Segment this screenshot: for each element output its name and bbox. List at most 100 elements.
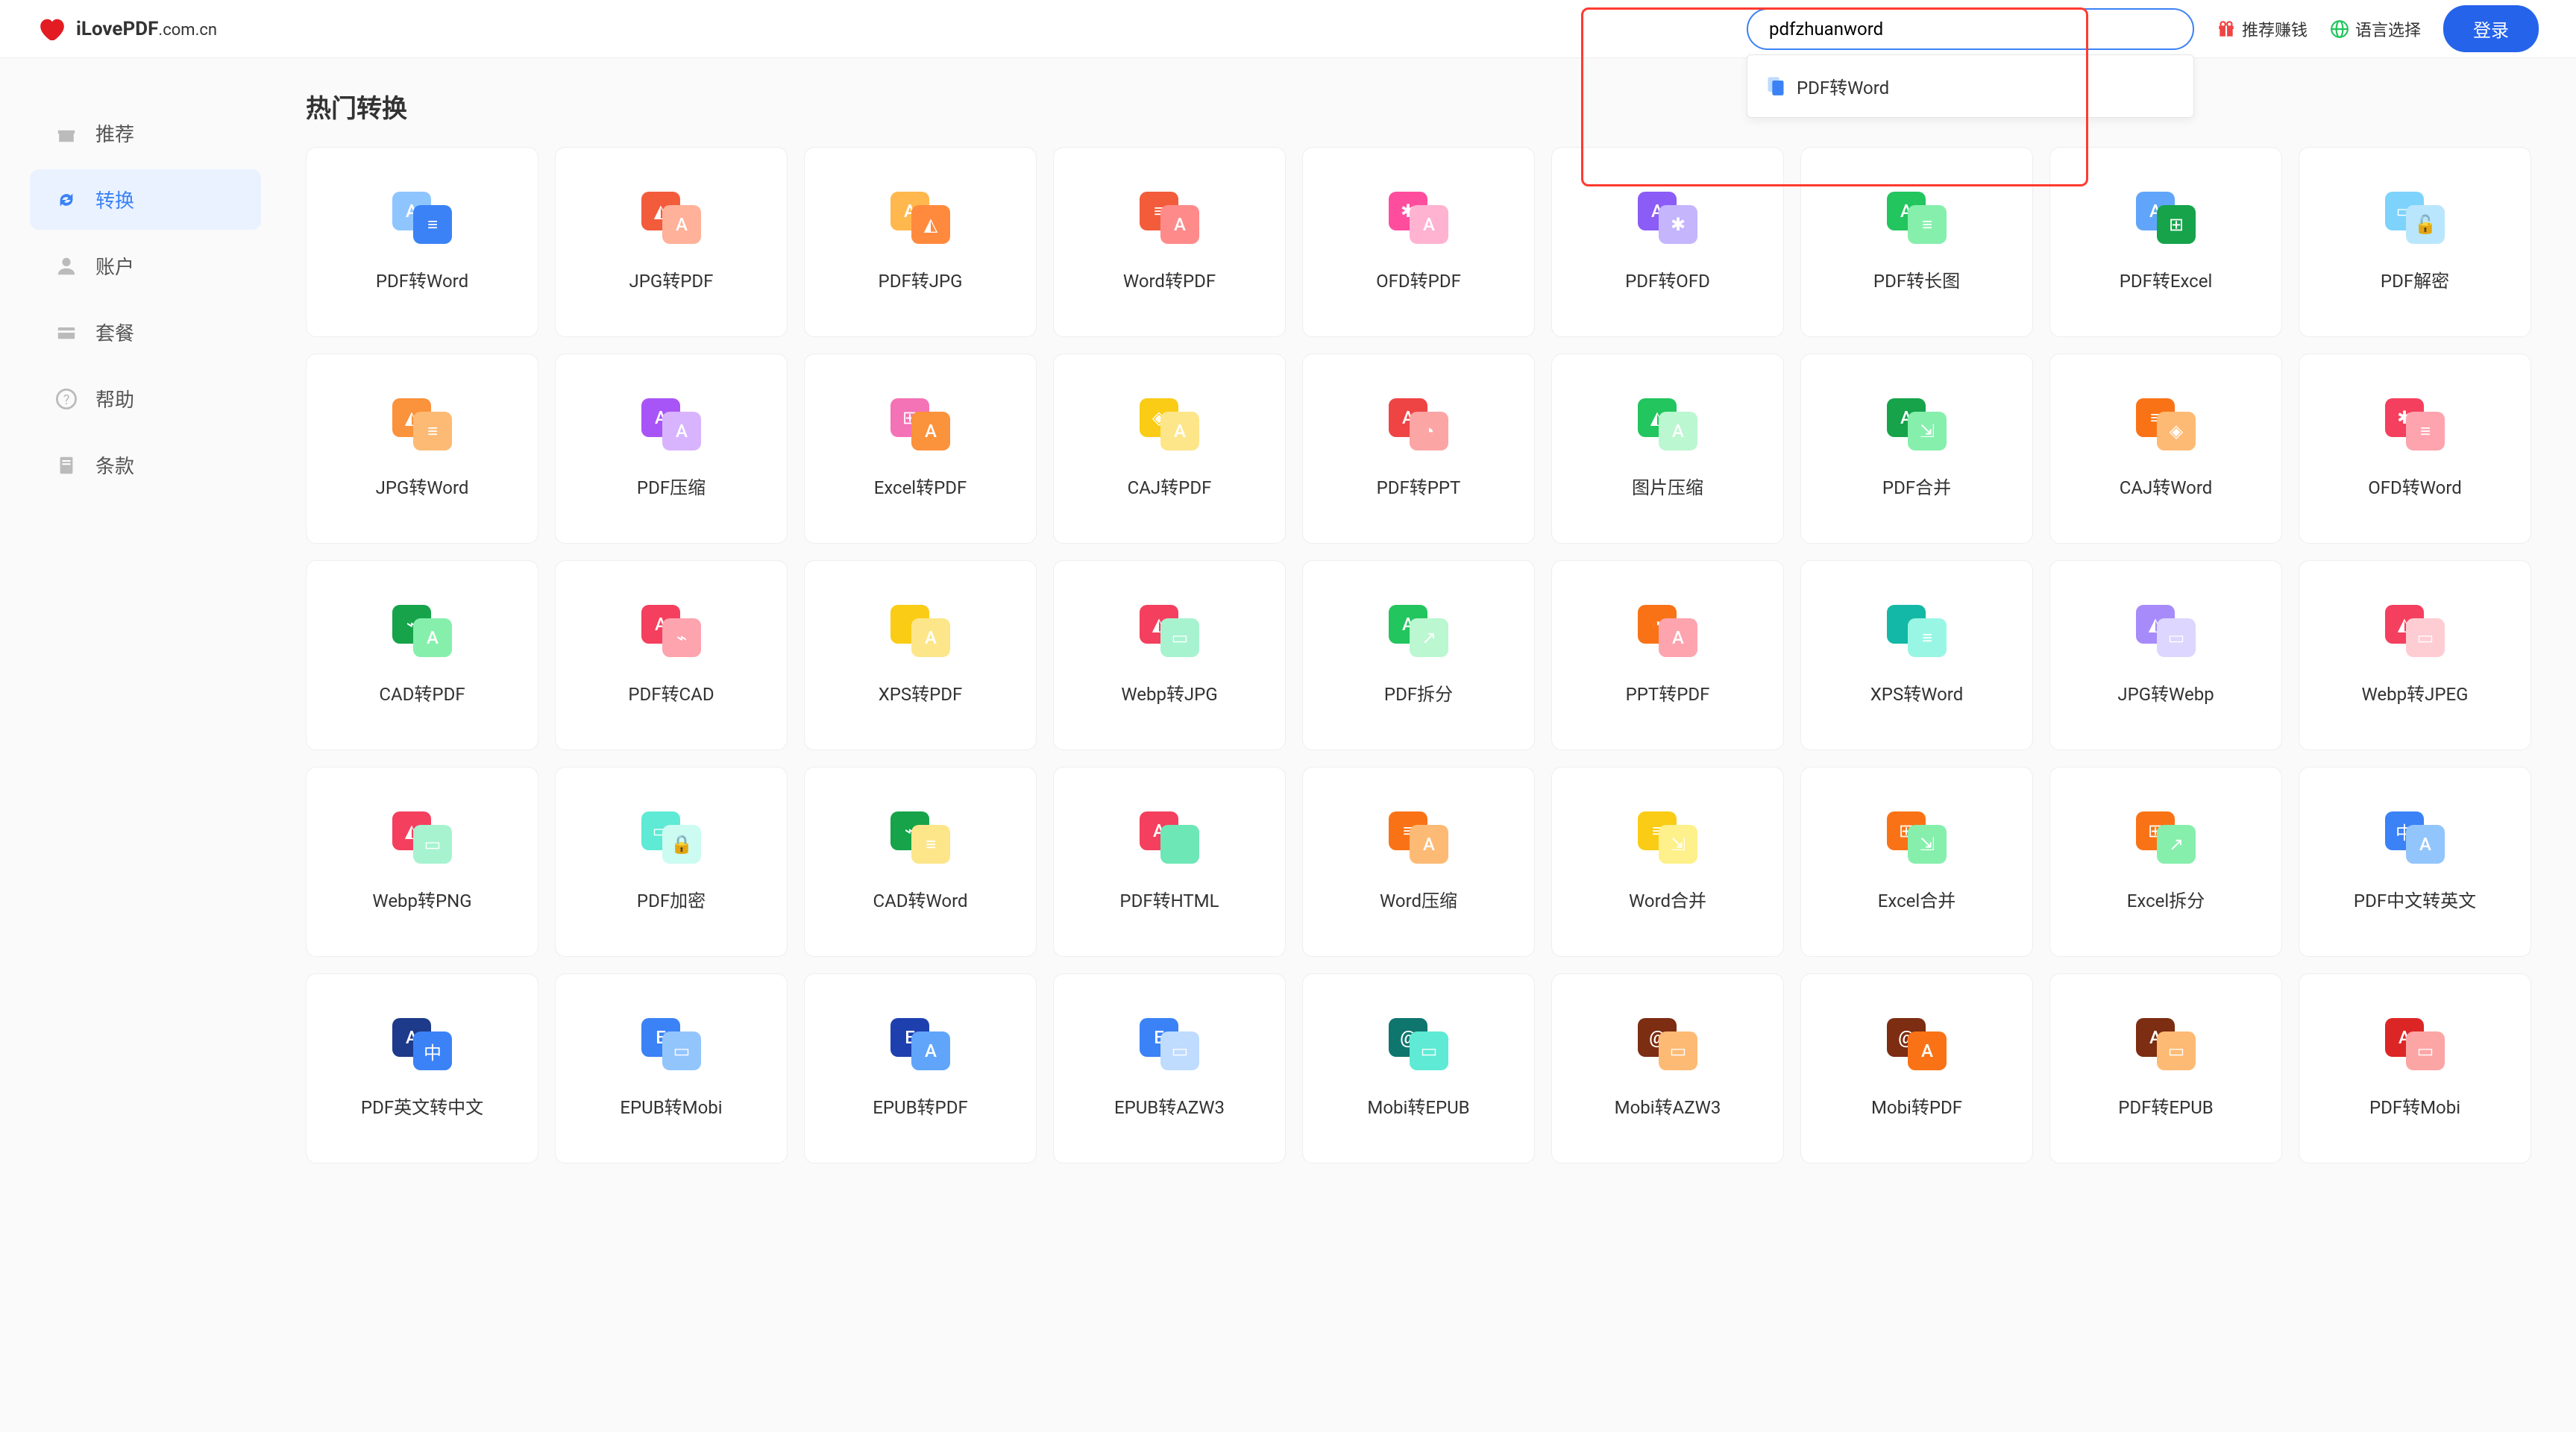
tool-card[interactable]: ≡XPS转Word	[1800, 560, 2033, 750]
tool-icon: ⊞⇲	[1887, 811, 1947, 864]
user-icon	[55, 255, 78, 277]
sidebar-item-gift[interactable]: 推荐	[30, 103, 261, 163]
tool-icon: ≡⇲	[1638, 811, 1697, 864]
sidebar-item-refresh[interactable]: 转换	[30, 169, 261, 230]
tool-label: Webp转PNG	[372, 886, 471, 912]
tool-card[interactable]: A⊞PDF转Excel	[2049, 147, 2282, 337]
tool-icon: A中	[392, 1018, 452, 1070]
tool-card[interactable]: ✱≡ OFD转Word	[2299, 354, 2531, 544]
tool-icon: A◭	[890, 192, 950, 244]
doc-icon	[55, 454, 78, 477]
tool-label: PDF加密	[637, 886, 706, 912]
tool-card[interactable]: APDF转HTML	[1053, 767, 1286, 957]
sidebar-item-help[interactable]: ? 帮助	[30, 368, 261, 429]
tool-card[interactable]: ◭A图片压缩	[1551, 354, 1784, 544]
tool-card[interactable]: EAEPUB转PDF	[804, 973, 1037, 1164]
sidebar-item-doc[interactable]: 条款	[30, 435, 261, 495]
tool-label: PDF转EPUB	[2118, 1093, 2213, 1119]
sidebar-item-card[interactable]: 套餐	[30, 302, 261, 362]
tool-card[interactable]: A⌁PDF转CAD	[555, 560, 788, 750]
search-suggest-item[interactable]: PDF转Word	[1747, 63, 2193, 110]
tool-card[interactable]: ▭🔓PDF解密	[2299, 147, 2531, 337]
search-input[interactable]	[1747, 8, 2194, 50]
tool-icon: ▭🔓	[2385, 192, 2445, 244]
tool-card[interactable]: A▭PDF转Mobi	[2299, 973, 2531, 1164]
tool-icon: A⇲	[1887, 398, 1947, 450]
login-button[interactable]: 登录	[2443, 5, 2539, 52]
tool-icon: ≡A	[1389, 811, 1448, 864]
sidebar-item-user[interactable]: 账户	[30, 236, 261, 296]
language-link[interactable]: 语言选择	[2330, 17, 2421, 41]
tool-card[interactable]: @▭Mobi转AZW3	[1551, 973, 1784, 1164]
tool-card[interactable]: E▭EPUB转Mobi	[555, 973, 788, 1164]
tool-icon: ≡	[1887, 605, 1947, 657]
tool-card[interactable]: A✱PDF转OFD	[1551, 147, 1784, 337]
tool-card[interactable]: ◭≡JPG转Word	[306, 354, 538, 544]
tool-label: EPUB转PDF	[873, 1093, 967, 1119]
tool-card[interactable]: A◔PDF转PPT	[1302, 354, 1535, 544]
tool-card[interactable]: ◭▭ Webp转PNG	[306, 767, 538, 957]
tool-icon: E▭	[1140, 1018, 1199, 1070]
section-title: 热门转换	[306, 88, 2531, 125]
tool-icon: A✱	[1638, 192, 1697, 244]
tool-card[interactable]: ◔APPT转PDF	[1551, 560, 1784, 750]
tool-icon: 中A	[2385, 811, 2445, 864]
tool-card[interactable]: A↗PDF拆分	[1302, 560, 1535, 750]
tool-label: OFD转Word	[2368, 473, 2462, 499]
tool-card[interactable]: ⌁≡CAD转Word	[804, 767, 1037, 957]
tool-icon: A▭	[2136, 1018, 2196, 1070]
tool-label: PDF转HTML	[1119, 886, 1219, 912]
tool-card[interactable]: ≡AWord转PDF	[1053, 147, 1286, 337]
logo-text: iLovePDF.com.cn	[76, 18, 217, 40]
tool-card[interactable]: A≡PDF转长图	[1800, 147, 2033, 337]
tool-card[interactable]: ≡◈CAJ转Word	[2049, 354, 2282, 544]
tool-icon: A⊞	[2136, 192, 2196, 244]
tool-card[interactable]: ≡⇲Word合并	[1551, 767, 1784, 957]
tool-card[interactable]: AXPS转PDF	[804, 560, 1037, 750]
sidebar-label: 帮助	[95, 385, 134, 412]
tool-card[interactable]: ⊞↗Excel拆分	[2049, 767, 2282, 957]
tool-card[interactable]: ⊞⇲Excel合并	[1800, 767, 2033, 957]
tool-card[interactable]: ✱AOFD转PDF	[1302, 147, 1535, 337]
tool-card[interactable]: ◭AJPG转PDF	[555, 147, 788, 337]
gift-icon	[2217, 19, 2236, 39]
tool-icon: ◭▭	[1140, 605, 1199, 657]
tool-card[interactable]: ◭▭JPG转Webp	[2049, 560, 2282, 750]
logo[interactable]: iLovePDF.com.cn	[37, 14, 217, 44]
tool-icon: AA	[641, 398, 701, 450]
tool-card[interactable]: @AMobi转PDF	[1800, 973, 2033, 1164]
tool-icon: @▭	[1389, 1018, 1448, 1070]
tool-card[interactable]: @▭Mobi转EPUB	[1302, 973, 1535, 1164]
tool-card[interactable]: A≡PDF转Word	[306, 147, 538, 337]
tool-card[interactable]: ◭▭Webp转JPEG	[2299, 560, 2531, 750]
tool-card[interactable]: ◭▭Webp转JPG	[1053, 560, 1286, 750]
gift-icon	[55, 122, 78, 145]
tool-card[interactable]: ◈ACAJ转PDF	[1053, 354, 1286, 544]
tool-label: PDF英文转中文	[361, 1093, 483, 1119]
tool-card[interactable]: ⊞AExcel转PDF	[804, 354, 1037, 544]
tool-card[interactable]: ▭🔒PDF加密	[555, 767, 788, 957]
tool-card[interactable]: E▭EPUB转AZW3	[1053, 973, 1286, 1164]
tool-icon: ⊞A	[890, 398, 950, 450]
recommend-link[interactable]: 推荐赚钱	[2217, 17, 2308, 41]
tool-card[interactable]: ≡A Word压缩	[1302, 767, 1535, 957]
tool-icon: ◔A	[1638, 605, 1697, 657]
tool-icon: ✱≡	[2385, 398, 2445, 450]
tool-icon: ⊞↗	[2136, 811, 2196, 864]
svg-text:?: ?	[63, 392, 70, 408]
globe-icon	[2330, 19, 2349, 39]
tool-card[interactable]: AAPDF压缩	[555, 354, 788, 544]
tool-icon: A▭	[2385, 1018, 2445, 1070]
help-icon: ?	[55, 388, 78, 410]
tool-card[interactable]: A⇲PDF合并	[1800, 354, 2033, 544]
tool-card[interactable]: A中 PDF英文转中文	[306, 973, 538, 1164]
sidebar-label: 条款	[95, 451, 134, 479]
tool-card[interactable]: A▭ PDF转EPUB	[2049, 973, 2282, 1164]
search-suggest-dropdown: PDF转Word	[1747, 54, 2194, 118]
tool-card[interactable]: ⌁ACAD转PDF	[306, 560, 538, 750]
tool-card[interactable]: A◭PDF转JPG	[804, 147, 1037, 337]
tool-card[interactable]: 中APDF中文转英文	[2299, 767, 2531, 957]
card-icon	[55, 321, 78, 344]
tool-icon: ◭▭	[392, 811, 452, 864]
tool-label: Word压缩	[1380, 886, 1457, 912]
